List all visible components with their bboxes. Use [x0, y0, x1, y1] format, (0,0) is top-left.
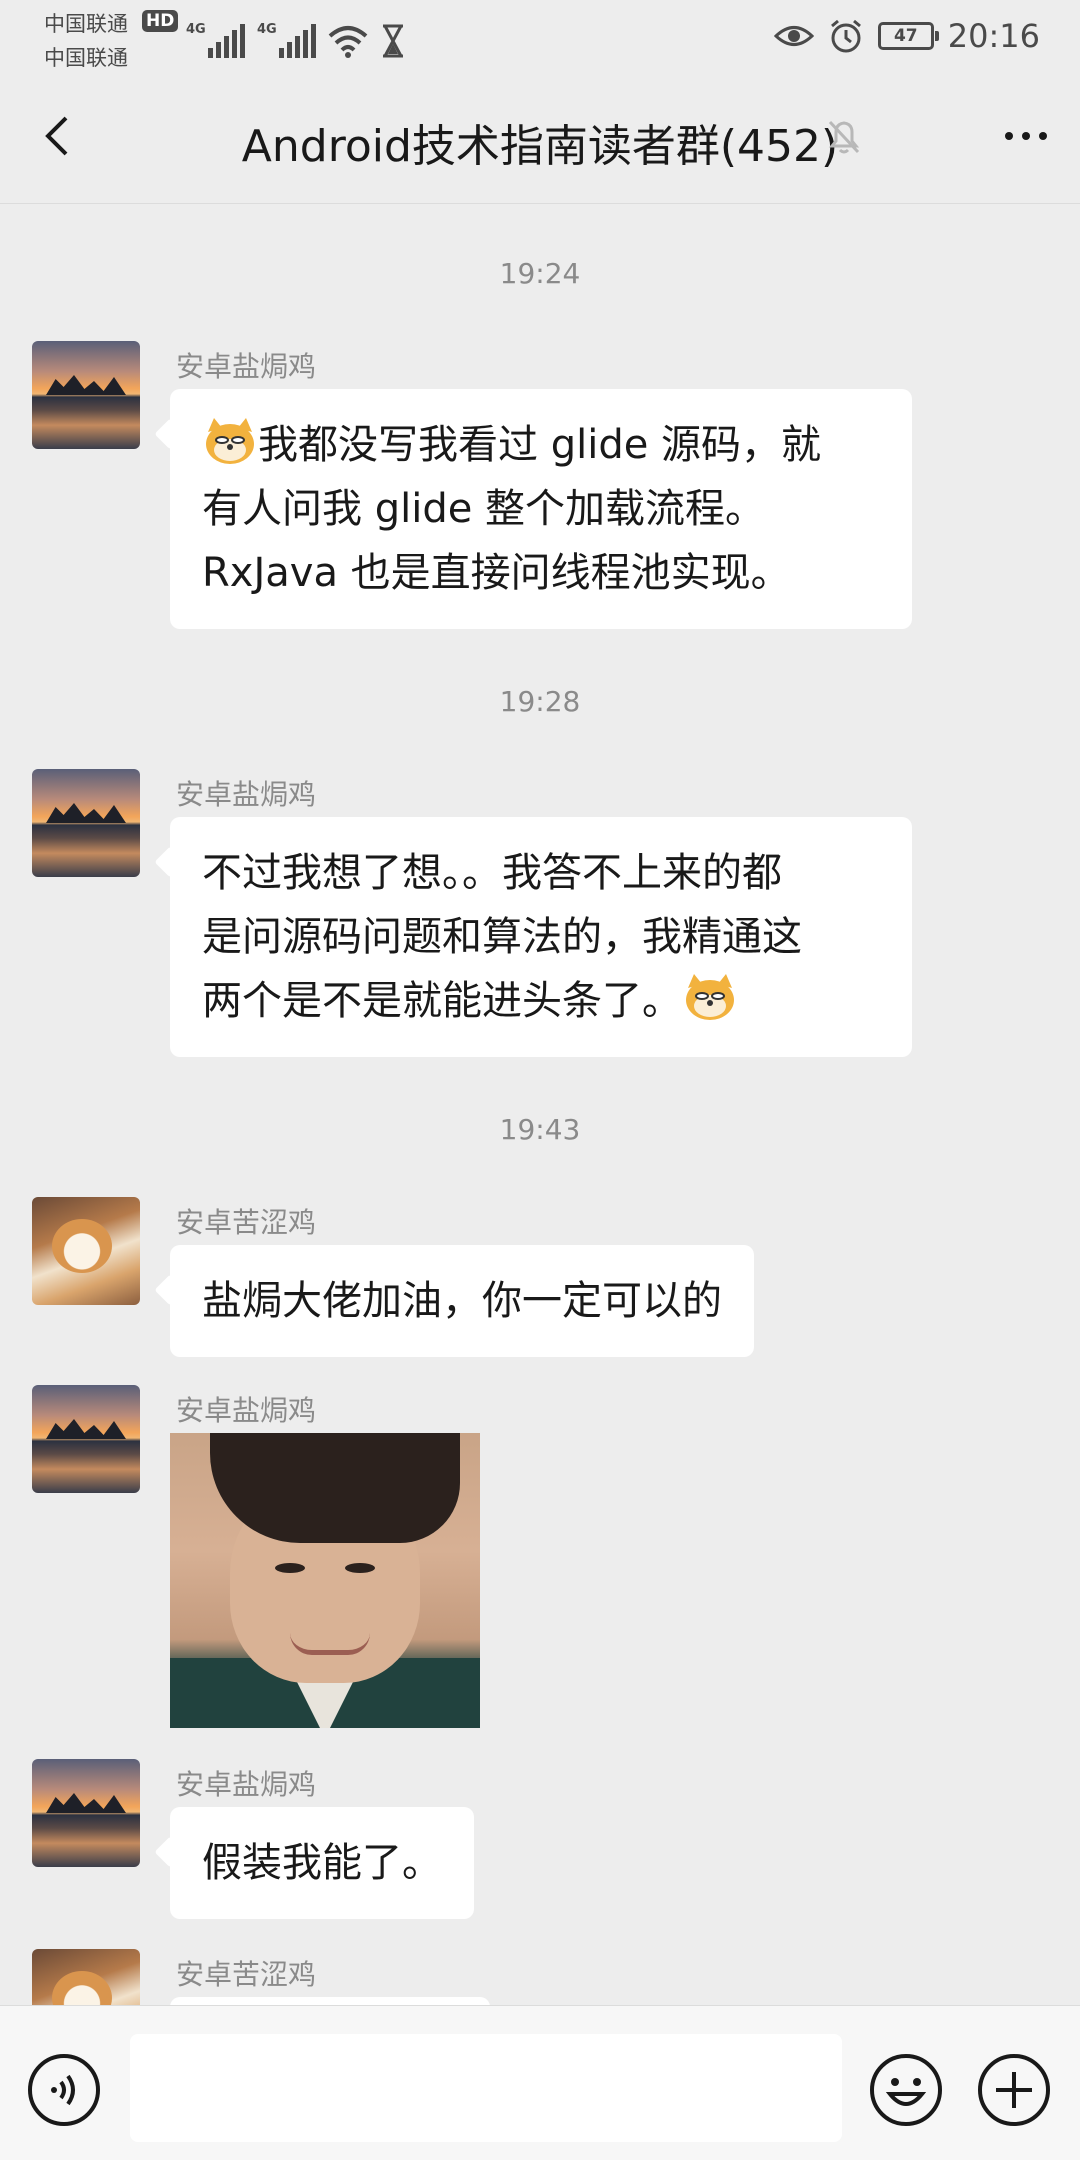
doge-emoji-icon — [206, 418, 254, 464]
avatar[interactable] — [32, 1197, 140, 1305]
message-bubble[interactable] — [170, 1997, 490, 2005]
message-bubble[interactable]: 盐焗大佬加油，你一定可以的 — [170, 1245, 754, 1357]
signal-icon: 4G — [257, 22, 316, 58]
carrier-name-2: 中国联通 — [44, 46, 128, 70]
hourglass-icon — [383, 24, 403, 58]
avatar[interactable] — [32, 1759, 140, 1867]
chat-screen: 中国联通 中国联通 HD 4G 4G 47 20:16 Android技术指南读… — [0, 0, 1080, 2160]
message-text: 我都没写我看过 glide 源码，就 有人问我 glide 整个加载流程。 Rx… — [202, 422, 822, 596]
network-type-label: 4G — [257, 22, 277, 37]
status-right-group: 47 20:16 — [773, 12, 1040, 60]
more-functions-button[interactable] — [976, 2052, 1052, 2128]
chat-header: Android技术指南读者群(452) — [0, 70, 1080, 204]
message-timestamp: 19:24 — [499, 257, 581, 290]
smiley-icon — [870, 2054, 942, 2126]
plus-circle-icon — [978, 2054, 1050, 2126]
more-button[interactable] — [996, 106, 1056, 166]
sender-name: 安卓盐焗鸡 — [176, 1768, 317, 1801]
status-time: 20:16 — [947, 17, 1040, 55]
message-input[interactable] — [130, 2034, 842, 2142]
voice-icon — [28, 2054, 100, 2126]
avatar[interactable] — [32, 341, 140, 449]
eye-icon — [773, 26, 814, 46]
sticker-image[interactable] — [170, 1433, 480, 1728]
carrier-name-1: 中国联通 — [44, 12, 128, 36]
message-text: 盐焗大佬加油，你一定可以的 — [202, 1278, 722, 1324]
message-timestamp: 19:28 — [499, 685, 581, 718]
status-bar: 中国联通 中国联通 HD 4G 4G 47 20:16 — [0, 0, 1080, 70]
hd-badge: HD — [142, 10, 179, 32]
sender-name: 安卓盐焗鸡 — [176, 778, 317, 811]
input-bar — [0, 2005, 1080, 2160]
sender-name: 安卓苦涩鸡 — [176, 1958, 317, 1991]
battery-icon: 47 — [877, 22, 939, 50]
wifi-icon — [328, 26, 368, 58]
sender-name: 安卓盐焗鸡 — [176, 1394, 317, 1427]
sender-name: 安卓苦涩鸡 — [176, 1206, 317, 1239]
sender-name: 安卓盐焗鸡 — [176, 350, 317, 383]
chat-title: Android技术指南读者群(452) — [241, 121, 839, 172]
emoji-button[interactable] — [868, 2052, 944, 2128]
doge-emoji-icon — [686, 974, 734, 1020]
bell-off-icon — [822, 114, 866, 158]
avatar[interactable] — [32, 1949, 140, 2005]
voice-button[interactable] — [26, 2052, 102, 2128]
message-text: 假装我能了。 — [202, 1840, 442, 1886]
message-timestamp: 19:43 — [499, 1113, 581, 1146]
signal-icon: 4G — [186, 22, 245, 58]
message-list[interactable]: 19:24 安卓盐焗鸡 我都没写我看过 glide 源码，就 有人问我 glid… — [0, 205, 1080, 2005]
network-type-label: 4G — [186, 22, 206, 37]
message-bubble[interactable]: 不过我想了想。。我答不上来的都 是问源码问题和算法的，我精通这 两个是不是就能进… — [170, 817, 912, 1057]
more-horizontal-icon — [1005, 132, 1013, 140]
signal-group: 4G 4G — [186, 14, 406, 58]
alarm-icon — [830, 19, 861, 53]
avatar[interactable] — [32, 769, 140, 877]
message-bubble[interactable]: 我都没写我看过 glide 源码，就 有人问我 glide 整个加载流程。 Rx… — [170, 389, 912, 629]
avatar[interactable] — [32, 1385, 140, 1493]
message-bubble[interactable]: 假装我能了。 — [170, 1807, 474, 1919]
